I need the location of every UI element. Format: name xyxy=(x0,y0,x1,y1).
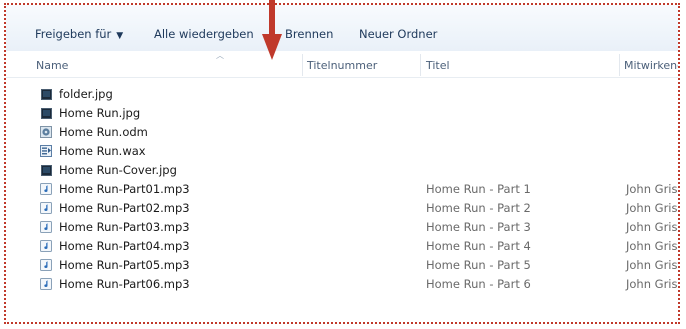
new-folder-button[interactable]: Neuer Ordner xyxy=(359,27,437,41)
overdrive-file-icon xyxy=(40,126,52,138)
audio-file-icon xyxy=(40,278,52,290)
audio-file-icon xyxy=(40,240,52,252)
file-name: Home Run-Cover.jpg xyxy=(59,163,177,177)
column-header-track[interactable]: Titelnummer xyxy=(307,59,377,72)
share-with-label: Freigeben für xyxy=(35,27,112,41)
sort-caret-icon: ︿ xyxy=(216,51,224,60)
audio-file-icon xyxy=(40,221,52,233)
file-artist: John Gris xyxy=(626,239,678,253)
file-artist: John Gris xyxy=(626,182,678,196)
column-header-row: ︿ Name Titelnummer Titel Mitwirkende xyxy=(6,51,678,78)
play-all-button[interactable]: Alle wiedergeben xyxy=(154,27,254,41)
file-row[interactable]: Home Run-Part02.mp3 Home Run - Part 2 John… xyxy=(6,199,678,218)
audio-file-icon xyxy=(40,202,52,214)
file-artist: John Gris xyxy=(626,201,678,215)
file-row[interactable]: Home Run.jpg xyxy=(6,104,678,123)
column-divider[interactable] xyxy=(619,54,620,76)
file-row[interactable]: folder.jpg xyxy=(6,85,678,104)
audio-file-icon xyxy=(40,259,52,271)
file-title: Home Run - Part 6 xyxy=(426,277,531,291)
file-name: Home Run-Part01.mp3 xyxy=(59,182,190,196)
file-row[interactable]: Home Run-Cover.jpg xyxy=(6,161,678,180)
column-header-title[interactable]: Titel xyxy=(426,59,450,72)
share-with-button[interactable]: Freigeben für ▼ xyxy=(35,27,123,41)
file-name: Home Run.wax xyxy=(59,144,146,158)
file-title: Home Run - Part 2 xyxy=(426,201,531,215)
file-name: Home Run-Part04.mp3 xyxy=(59,239,190,253)
file-title: Home Run - Part 1 xyxy=(426,182,531,196)
file-artist: John Gris xyxy=(626,220,678,234)
file-row[interactable]: Home Run.wax xyxy=(6,142,678,161)
file-row[interactable]: Home Run-Part03.mp3 Home Run - Part 3 John… xyxy=(6,218,678,237)
file-title: Home Run - Part 3 xyxy=(426,220,531,234)
command-bar: Freigeben für ▼ Alle wiedergeben Brennen … xyxy=(6,5,678,52)
image-file-icon xyxy=(40,164,52,176)
file-row[interactable]: Home Run.odm xyxy=(6,123,678,142)
file-row[interactable]: Home Run-Part05.mp3 Home Run - Part 5 John… xyxy=(6,256,678,275)
file-artist: John Gris xyxy=(626,277,678,291)
image-file-icon xyxy=(40,107,52,119)
file-row[interactable]: Home Run-Part01.mp3 Home Run - Part 1 John… xyxy=(6,180,678,199)
annotation-arrow-icon xyxy=(262,0,282,60)
file-title: Home Run - Part 4 xyxy=(426,239,531,253)
image-file-icon xyxy=(40,88,52,100)
file-name: Home Run-Part03.mp3 xyxy=(59,220,190,234)
file-artist: John Grist xyxy=(626,258,680,272)
column-divider[interactable] xyxy=(420,54,421,76)
chevron-down-icon: ▼ xyxy=(116,31,124,41)
column-header-name[interactable]: Name xyxy=(36,59,68,72)
file-name: Home Run-Part02.mp3 xyxy=(59,201,190,215)
playlist-file-icon xyxy=(40,145,52,157)
audio-file-icon xyxy=(40,183,52,195)
file-name: Home Run-Part06.mp3 xyxy=(59,277,190,291)
file-row[interactable]: Home Run-Part04.mp3 Home Run - Part 4 John… xyxy=(6,237,678,256)
file-name: Home Run.odm xyxy=(59,125,148,139)
file-name: Home Run.jpg xyxy=(59,106,141,120)
file-name: Home Run-Part05.mp3 xyxy=(59,258,190,272)
explorer-window: Freigeben für ▼ Alle wiedergeben Brennen … xyxy=(4,3,680,324)
file-name: folder.jpg xyxy=(59,87,113,101)
column-header-artist[interactable]: Mitwirkende xyxy=(624,59,678,72)
column-divider[interactable] xyxy=(302,54,303,76)
file-row[interactable]: Home Run-Part06.mp3 Home Run - Part 6 John… xyxy=(6,275,678,294)
file-list: folder.jpg Home Run.jpg Home Run.odm Home R… xyxy=(6,85,678,294)
file-title: Home Run - Part 5 xyxy=(426,258,531,272)
burn-button[interactable]: Brennen xyxy=(285,27,333,41)
